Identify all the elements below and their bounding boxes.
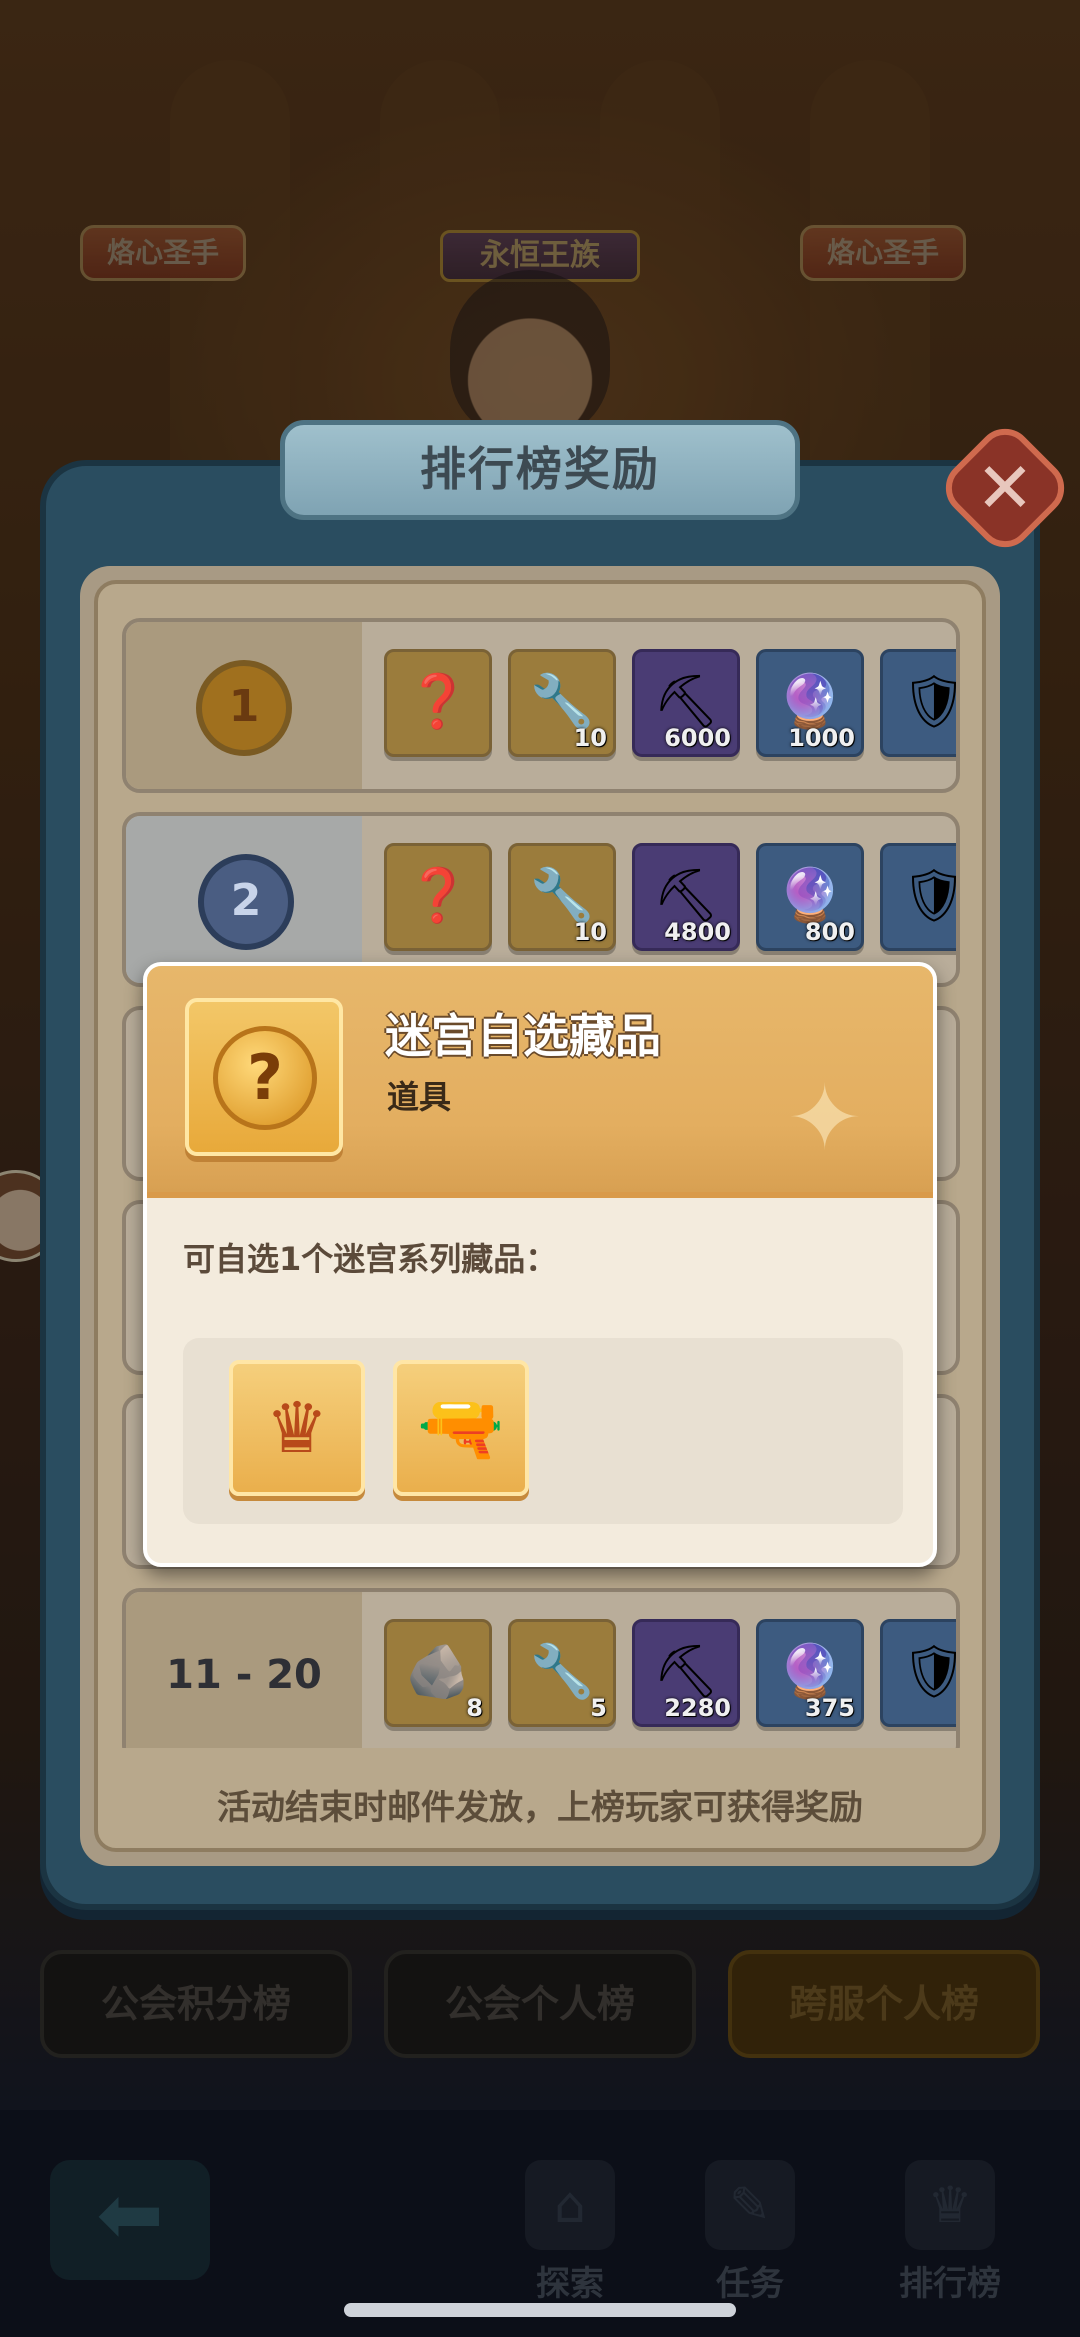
popup-header: ✦ ? 迷宫自选藏品 道具: [147, 966, 933, 1198]
item-count: 375: [804, 1694, 855, 1722]
reward-row-rank-11-20: 11 - 20 🪨8 🔧5 ⛏2280 🔮375 🛡: [122, 1588, 960, 1748]
item-count: 5: [590, 1694, 607, 1722]
chisel-item[interactable]: 🔧 10: [508, 649, 616, 757]
reward-items: ❓ 🔧10 ⛏4800 🔮800 🛡: [384, 843, 956, 953]
sparkle-icon: ✦: [787, 1066, 863, 1171]
mystery-collectible-icon: ❓: [405, 866, 471, 926]
shovel-item[interactable]: ⛏ 2280: [632, 1619, 740, 1727]
reward-row-rank-2: 2 ❓ 🔧10 ⛏4800 🔮800 🛡: [122, 812, 960, 987]
item-count: 10: [573, 724, 607, 752]
choice-ray-gun[interactable]: 🔫: [393, 1360, 529, 1496]
rank-range-label: 11 - 20: [126, 1592, 362, 1748]
rank-cell: 2: [126, 816, 362, 983]
silver-medal-icon: 2: [198, 854, 294, 950]
rewards-footnote: 活动结束时邮件发放，上榜玩家可获得奖励: [217, 1788, 863, 1828]
crest-badge-item[interactable]: 🛡: [880, 1619, 956, 1727]
crest-badge-icon: 🛡: [883, 1622, 956, 1724]
reward-row-rank-1: 1 ❓ 🔧10 ⛏6000 🔮1000 🛡: [122, 618, 960, 793]
item-detail-popup: ✦ ? 迷宫自选藏品 道具 可自选1个迷宫系列藏品： ♛ 🔫: [143, 962, 937, 1567]
mystery-orb-item[interactable]: 🔮 1000: [756, 649, 864, 757]
close-icon[interactable]: ✕: [955, 438, 1055, 538]
crest-badge-item[interactable]: 🛡: [880, 843, 956, 951]
mystery-orb-item[interactable]: 🔮 800: [756, 843, 864, 951]
home-indicator: [344, 2303, 736, 2317]
shovel-item[interactable]: ⛏ 6000: [632, 649, 740, 757]
shovel-item[interactable]: ⛏ 4800: [632, 843, 740, 951]
mystery-orb-item[interactable]: 🔮 375: [756, 1619, 864, 1727]
panel-title: 排行榜奖励: [280, 420, 800, 520]
mystery-collectible-icon: ❓: [405, 672, 471, 732]
ore-rock-item[interactable]: 🪨 8: [384, 1619, 492, 1727]
golden-crown-icon: ♛: [265, 1387, 329, 1469]
item-count: 2280: [664, 1694, 731, 1722]
mystery-collectible-item[interactable]: ❓: [384, 649, 492, 757]
item-count: 8: [466, 1694, 483, 1722]
crest-badge-icon: 🛡: [883, 846, 956, 948]
mystery-collectible-icon: ?: [213, 1026, 317, 1130]
item-description: 可自选1个迷宫系列藏品：: [183, 1240, 558, 1278]
rank-cell: 1: [126, 622, 362, 789]
crest-badge-item[interactable]: 🛡: [880, 649, 956, 757]
item-count: 10: [573, 918, 607, 946]
item-name: 迷宫自选藏品: [385, 1009, 661, 1063]
item-count: 800: [804, 918, 855, 946]
item-type: 道具: [387, 1078, 452, 1116]
item-count: 1000: [788, 724, 855, 752]
mystery-collectible-item[interactable]: ❓: [384, 843, 492, 951]
chisel-item[interactable]: 🔧 5: [508, 1619, 616, 1727]
reward-items: 🪨8 🔧5 ⛏2280 🔮375 🛡: [384, 1619, 956, 1729]
reward-items: ❓ 🔧10 ⛏6000 🔮1000 🛡: [384, 649, 956, 759]
chisel-item[interactable]: 🔧 10: [508, 843, 616, 951]
ray-gun-icon: 🔫: [417, 1387, 505, 1469]
item-count: 6000: [664, 724, 731, 752]
item-count: 4800: [664, 918, 731, 946]
gold-medal-icon: 1: [196, 660, 292, 756]
choice-list: ♛ 🔫: [183, 1338, 903, 1524]
crest-badge-icon: 🛡: [883, 652, 956, 754]
choice-golden-crown[interactable]: ♛: [229, 1360, 365, 1496]
item-icon-frame: ?: [185, 998, 343, 1156]
